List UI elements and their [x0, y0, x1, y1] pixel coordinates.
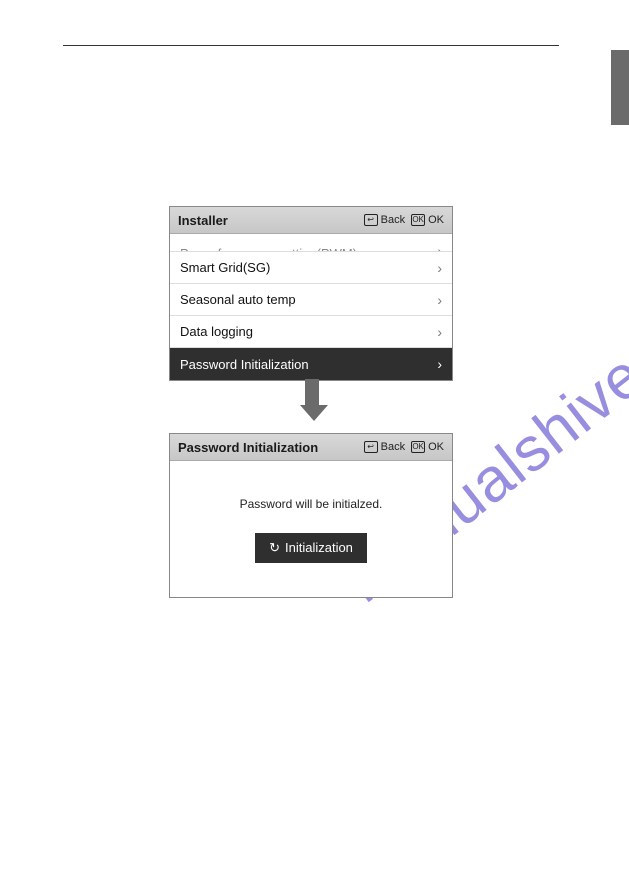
chevron-right-icon: › — [437, 243, 442, 252]
password-init-body: Password will be initialzed. ↻ Initializ… — [170, 461, 452, 598]
list-row-data-logging[interactable]: Data logging › — [170, 316, 452, 348]
password-init-panel: Password Initialization ↩ Back OK OK Pas… — [169, 433, 453, 598]
refresh-icon: ↻ — [269, 540, 280, 556]
back-icon: ↩ — [364, 441, 378, 453]
list-row-seasonal-auto-temp[interactable]: Seasonal auto temp › — [170, 284, 452, 316]
chevron-right-icon: › — [437, 292, 442, 308]
installer-header: Installer ↩ Back OK OK — [170, 207, 452, 234]
ok-button[interactable]: OK OK — [411, 441, 444, 453]
installer-title: Installer — [178, 213, 358, 228]
ok-button[interactable]: OK OK — [411, 214, 444, 226]
top-rule — [63, 45, 559, 46]
initialization-button-label: Initialization — [285, 540, 353, 555]
row-label: Data logging — [180, 324, 437, 339]
chevron-right-icon: › — [437, 356, 442, 372]
ok-label: OK — [428, 214, 444, 226]
ok-icon: OK — [411, 214, 425, 226]
list-row-smart-grid[interactable]: Smart Grid(SG) › — [170, 252, 452, 284]
back-button[interactable]: ↩ Back — [364, 441, 405, 453]
password-init-header: Password Initialization ↩ Back OK OK — [170, 434, 452, 461]
ok-label: OK — [428, 441, 444, 453]
back-icon: ↩ — [364, 214, 378, 226]
row-label: Password Initialization — [180, 357, 437, 372]
ok-icon: OK — [411, 441, 425, 453]
list-row-password-initialization[interactable]: Password Initialization › — [170, 348, 452, 380]
chevron-right-icon: › — [437, 260, 442, 276]
list-row-pump-frequency[interactable]: Pump frequency setting(PWM) › — [170, 234, 452, 252]
arrow-down-icon — [300, 379, 324, 421]
back-button[interactable]: ↩ Back — [364, 214, 405, 226]
back-label: Back — [381, 214, 405, 226]
installer-panel: Installer ↩ Back OK OK Pump frequency se… — [169, 206, 453, 381]
page-edge-tab — [611, 50, 629, 125]
password-init-title: Password Initialization — [178, 440, 358, 455]
chevron-right-icon: › — [437, 324, 442, 340]
back-label: Back — [381, 441, 405, 453]
row-label: Seasonal auto temp — [180, 292, 437, 307]
body-message: Password will be initialzed. — [240, 497, 383, 511]
row-label: Smart Grid(SG) — [180, 260, 437, 275]
initialization-button[interactable]: ↻ Initialization — [255, 533, 367, 563]
